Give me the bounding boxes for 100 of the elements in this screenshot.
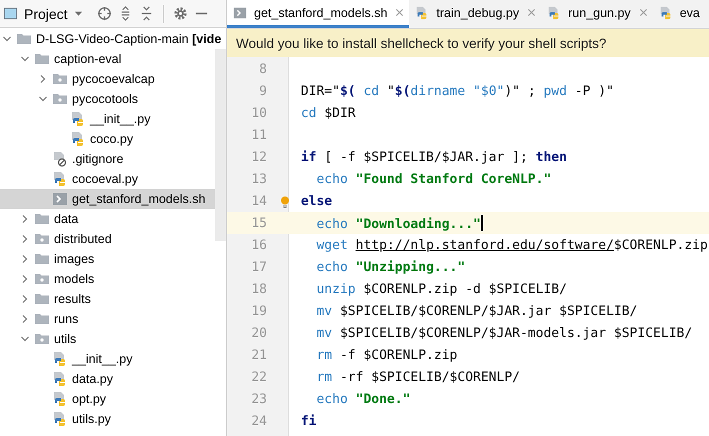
tree-item-label: D-LSG-Video-Caption-main [vide <box>36 32 222 46</box>
code-text: $CORENLP.zip -d $SPICELIB/ <box>363 282 567 296</box>
code-command: echo <box>316 216 349 232</box>
chevron-right-icon[interactable] <box>20 254 30 264</box>
line-number: 8 <box>258 62 267 76</box>
code-command: rm <box>316 370 334 384</box>
tree-item-label: opt.py <box>72 392 106 406</box>
code-keyword: then <box>536 150 567 164</box>
tree-item-label: pycocoevalcap <box>72 72 155 86</box>
python-file-icon <box>52 351 68 367</box>
tree-item-label: utils <box>54 332 76 346</box>
editor-tab[interactable]: eva <box>652 0 705 28</box>
folder-icon <box>34 311 50 327</box>
python-file-icon <box>70 111 86 127</box>
tree-item[interactable]: utils <box>0 329 215 349</box>
line-number: 22 <box>250 370 267 384</box>
code-command: unzip <box>316 282 357 296</box>
chevron-right-icon[interactable] <box>20 214 30 224</box>
scrollbar[interactable] <box>215 49 226 241</box>
tree-item[interactable]: results <box>0 289 215 309</box>
tree-item[interactable]: distributed <box>0 229 215 249</box>
code-text: )" ; <box>504 84 537 98</box>
python-file-icon <box>658 6 673 20</box>
code-text: " <box>386 84 395 98</box>
line-number: 14 <box>250 194 267 208</box>
tree-item[interactable]: pycocotools <box>0 89 215 109</box>
tree-item-label: utils.py <box>72 412 111 426</box>
code-link[interactable]: http://nlp.stanford.edu/software/ <box>356 238 614 252</box>
line-number: 12 <box>250 150 267 164</box>
line-number: 18 <box>250 282 267 296</box>
tree-item[interactable]: cocoeval.py <box>0 169 215 189</box>
line-number: 10 <box>250 106 267 120</box>
close-icon[interactable] <box>395 8 404 17</box>
code-command: rm <box>316 348 334 362</box>
code-command: cd <box>363 84 380 98</box>
line-number: 19 <box>250 304 267 318</box>
tree-item[interactable]: coco.py <box>0 129 215 149</box>
window-icon <box>3 6 18 21</box>
shell-script-icon <box>233 6 247 20</box>
line-number: 23 <box>250 392 267 406</box>
chevron-right-icon[interactable] <box>38 74 48 84</box>
tree-item-label: coco.py <box>90 132 134 146</box>
tree-item[interactable]: pycocoevalcap <box>0 69 215 89</box>
tree-item-label: __init__.py <box>90 112 150 126</box>
code-string: "Unzipping..." <box>356 260 466 274</box>
folder-icon <box>34 211 50 227</box>
python-file-icon <box>547 6 562 20</box>
panel-title[interactable]: Project <box>24 6 68 22</box>
tree-item[interactable]: runs <box>0 309 215 329</box>
package-folder-icon <box>34 331 50 347</box>
dropdown-caret-icon[interactable] <box>74 9 83 18</box>
chevron-right-icon[interactable] <box>20 274 30 284</box>
close-icon[interactable] <box>638 8 648 17</box>
tree-item[interactable]: opt.py <box>0 389 215 409</box>
editor-tab[interactable]: train_debug.py <box>409 0 542 28</box>
tree-item[interactable]: data <box>0 209 215 229</box>
line-number: 20 <box>250 326 267 340</box>
tree-item-label: caption-eval <box>54 52 122 66</box>
code-command: mv <box>316 326 334 340</box>
code-keyword: $( <box>340 84 356 98</box>
chevron-right-icon[interactable] <box>20 294 30 304</box>
tree-item[interactable]: get_stanford_models.sh <box>0 189 215 209</box>
folder-icon <box>34 251 50 267</box>
chevron-down-icon[interactable] <box>20 54 30 64</box>
tree-item[interactable]: images <box>0 249 215 269</box>
tree-item[interactable]: utils.py <box>0 409 215 429</box>
ignored-file-icon <box>52 151 68 167</box>
tree-item-label: get_stanford_models.sh <box>72 192 206 206</box>
tree-item[interactable]: caption-eval <box>0 49 215 69</box>
tree-item-label: runs <box>54 312 78 326</box>
close-icon[interactable] <box>527 8 536 17</box>
chevron-right-icon[interactable] <box>20 234 30 244</box>
code-keyword: else <box>300 194 332 208</box>
tree-item[interactable]: data.py <box>0 369 215 389</box>
code-command: echo <box>316 172 349 186</box>
banner-text: Would you like to install shellcheck to verify your shell scripts? <box>236 36 606 50</box>
folder-icon <box>34 291 50 307</box>
code-text: $SPICELIB/$CORENLP/$JAR-models.jar $SPICELIB/ <box>340 326 692 340</box>
code-string: "Done." <box>356 392 410 406</box>
line-number: 13 <box>250 172 267 186</box>
code-text: -rf $SPICELIB/$CORENLP/ <box>340 370 520 384</box>
chevron-down-icon[interactable] <box>20 334 30 344</box>
tree-item[interactable]: __init__.py <box>0 349 215 369</box>
python-file-icon <box>415 6 430 20</box>
code-command: wget <box>316 238 349 252</box>
lightbulb-icon[interactable] <box>280 196 290 208</box>
chevron-down-icon[interactable] <box>2 34 12 44</box>
shell-script-icon <box>52 191 68 207</box>
editor-tab[interactable]: get_stanford_models.sh <box>227 0 410 28</box>
editor-tab[interactable]: run_gun.py <box>541 0 653 28</box>
line-number: 11 <box>250 128 267 142</box>
locate-icon[interactable] <box>96 6 112 21</box>
tree-item-label: __init__.py <box>72 352 132 366</box>
tree-item[interactable]: models <box>0 269 215 289</box>
chevron-right-icon[interactable] <box>20 314 30 324</box>
tree-item[interactable]: .gitignore <box>0 149 215 169</box>
chevron-down-icon[interactable] <box>38 94 48 104</box>
tree-item[interactable]: __init__.py <box>0 109 215 129</box>
settings-icon[interactable] <box>172 6 188 21</box>
folder-icon <box>34 51 50 67</box>
